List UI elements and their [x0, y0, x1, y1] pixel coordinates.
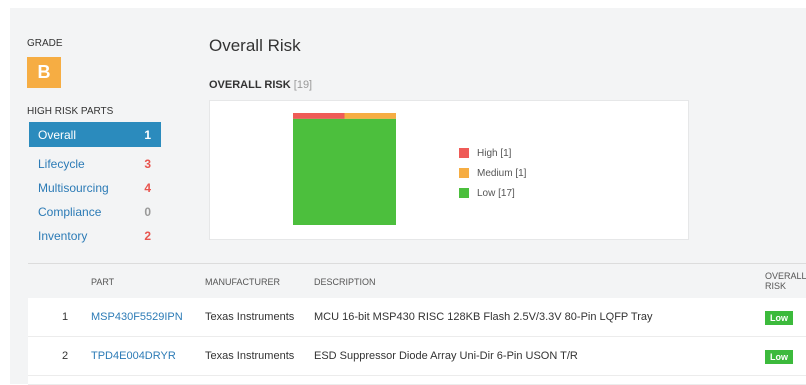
col-overall-risk-line1: OVERALL [765, 271, 806, 281]
risk-nav-multisourcing[interactable]: Multisourcing 4 [29, 176, 161, 200]
risk-nav-compliance[interactable]: Compliance 0 [29, 200, 161, 224]
high-risk-parts-label: HIGH RISK PARTS [27, 106, 114, 117]
part-number-link[interactable]: TPD4E004DRYR [91, 350, 176, 362]
bar-segment-low [293, 118, 396, 225]
chart-title-text: OVERALL RISK [209, 79, 291, 91]
col-overall-risk: OVERALL RISK [765, 271, 806, 291]
col-part: PART [91, 277, 115, 287]
risk-nav-lifecycle[interactable]: Lifecycle 3 [29, 152, 161, 176]
col-description: DESCRIPTION [314, 277, 376, 287]
table-row: 1 MSP430F5529IPN Texas Instruments MCU 1… [28, 298, 806, 337]
chart-title: OVERALL RISK [19] [209, 79, 312, 91]
part-number-link[interactable]: MSP430F5529IPN [91, 311, 183, 323]
col-overall-risk-line2: RISK [765, 281, 787, 291]
stacked-bar-svg [293, 113, 396, 225]
row-number: 1 [62, 311, 69, 323]
bar-segment-high [293, 113, 345, 119]
risk-nav-count: 0 [144, 205, 151, 219]
overall-risk-chart: High [1] Medium [1] Low [17] [209, 100, 689, 240]
grade-label: GRADE [27, 38, 63, 49]
legend-label-high: High [1] [477, 147, 512, 159]
description: MCU 16-bit MSP430 RISC 128KB Flash 2.5V/… [314, 311, 653, 323]
legend-swatch-high [459, 148, 469, 158]
risk-badge: Low [765, 311, 793, 325]
manufacturer: Texas Instruments [205, 311, 295, 323]
risk-nav-count: 4 [144, 181, 151, 195]
description: ESD Suppressor Diode Array Uni-Dir 6-Pin… [314, 350, 578, 362]
risk-nav-label: Overall [38, 127, 77, 142]
risk-nav-count: 2 [144, 229, 151, 243]
legend-item-high: High [1] [459, 143, 526, 163]
risk-nav-inventory[interactable]: Inventory 2 [29, 224, 161, 248]
legend-swatch-medium [459, 168, 469, 178]
risk-nav-count: 1 [144, 127, 151, 142]
legend-label-low: Low [17] [477, 187, 515, 199]
page-title: Overall Risk [209, 36, 301, 55]
bar-segment-medium [344, 113, 396, 119]
legend-item-low: Low [17] [459, 183, 526, 203]
chart-legend: High [1] Medium [1] Low [17] [459, 143, 526, 203]
col-manufacturer: MANUFACTURER [205, 277, 281, 287]
risk-nav-label: Compliance [38, 205, 102, 219]
table-row: 2 TPD4E004DRYR Texas Instruments ESD Sup… [28, 337, 806, 376]
risk-nav-count: 3 [144, 157, 151, 171]
legend-label-medium: Medium [1] [477, 167, 527, 179]
risk-badge: Low [765, 350, 793, 364]
legend-item-medium: Medium [1] [459, 163, 526, 183]
risk-nav-overall[interactable]: Overall 1 [29, 122, 161, 147]
risk-nav-label: Inventory [38, 229, 88, 243]
manufacturer: Texas Instruments [205, 350, 295, 362]
parts-table-header: PART MANUFACTURER DESCRIPTION OVERALL RI… [28, 263, 806, 299]
risk-nav-label: Lifecycle [38, 157, 85, 171]
chart-total: [19] [293, 79, 313, 91]
risk-nav: Overall 1 Lifecycle 3 Multisourcing 4 Co… [29, 122, 161, 248]
grade-badge: B [27, 57, 61, 88]
legend-swatch-low [459, 188, 469, 198]
row-number: 2 [62, 350, 69, 362]
risk-nav-label: Multisourcing [38, 181, 109, 195]
